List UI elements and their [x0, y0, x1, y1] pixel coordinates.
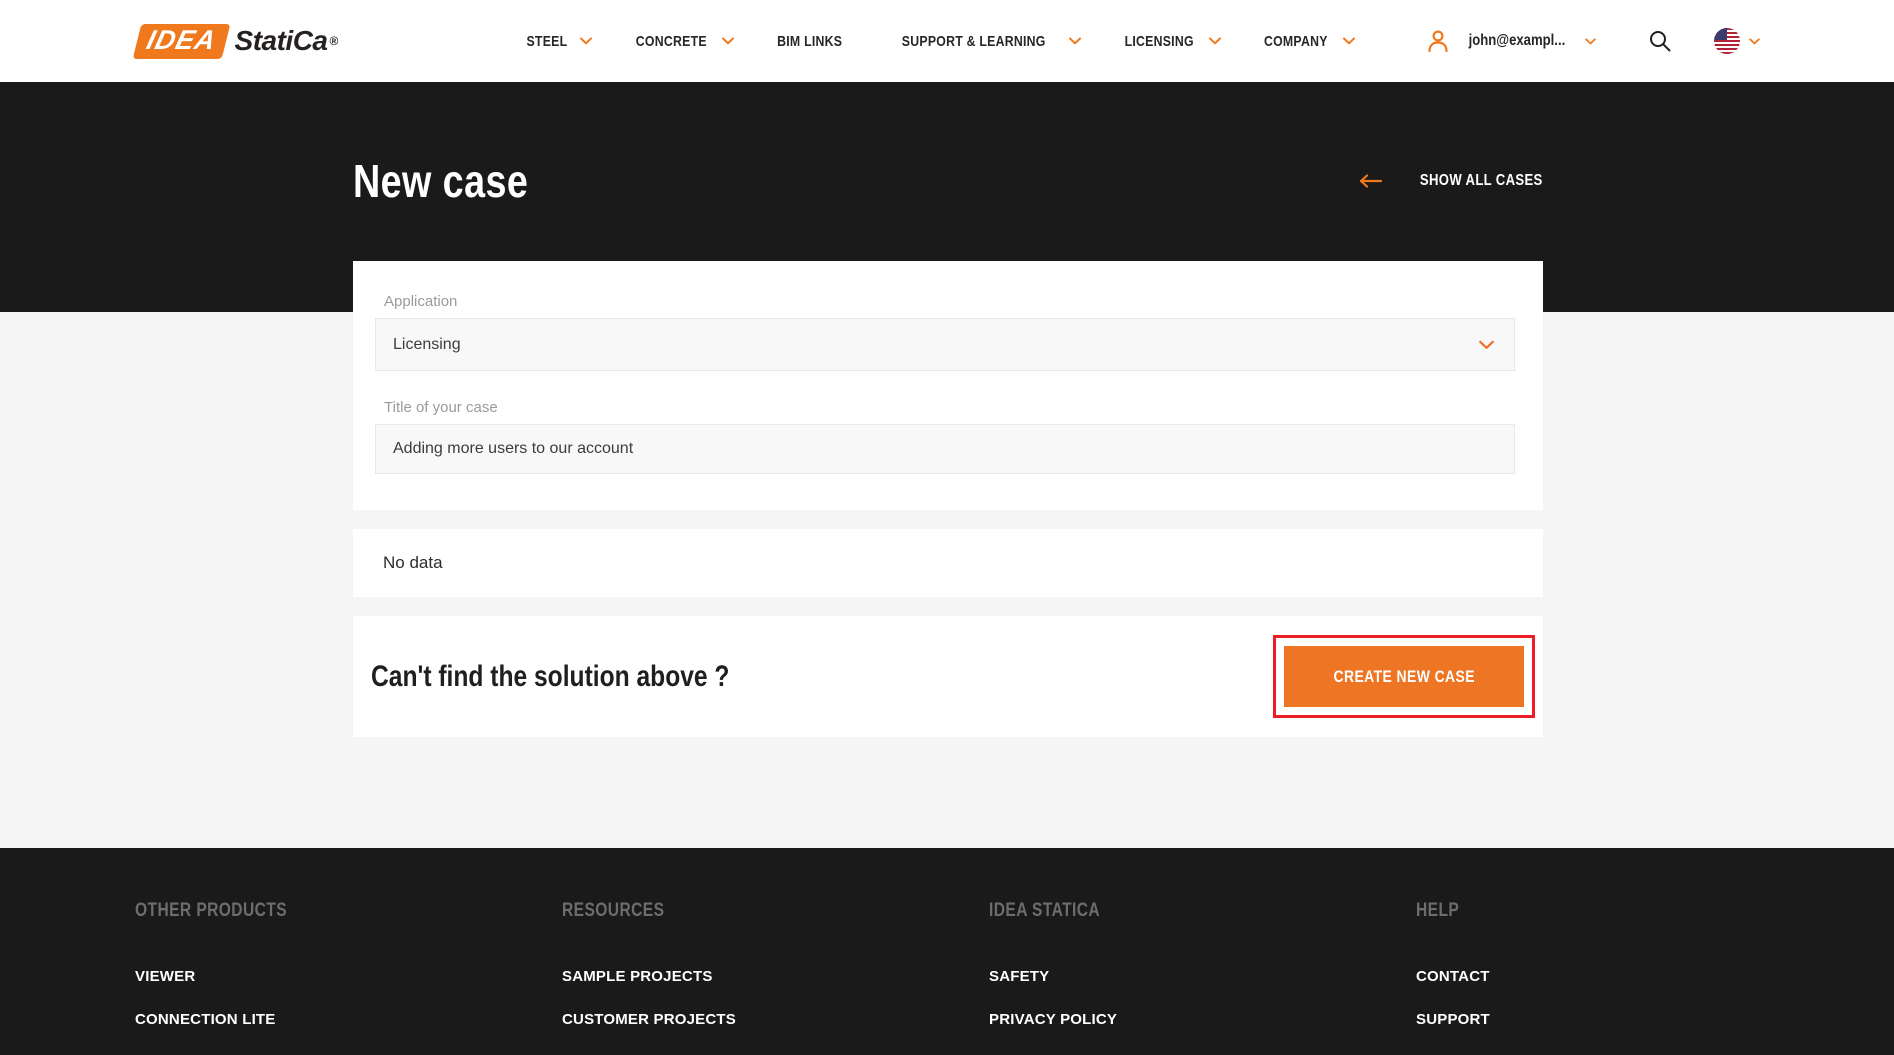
page-footer: OTHER PRODUCTS VIEWER CONNECTION LITE PL…: [0, 848, 1894, 1055]
nav-item-company[interactable]: COMPANY: [1257, 32, 1356, 50]
header-right-controls: john@exampl...: [1427, 28, 1760, 54]
logo-statica-text: StatiCa: [234, 25, 328, 56]
case-title-input[interactable]: Adding more users to our account: [375, 424, 1515, 474]
account-email: john@exampl...: [1468, 32, 1566, 49]
application-label: Application: [384, 293, 458, 310]
nav-item-licensing[interactable]: LICENSING: [1117, 32, 1222, 50]
nav-label: STEEL: [526, 32, 568, 50]
cta-question-text: Can't find the solution above ?: [371, 659, 730, 693]
search-results-card: No data: [353, 529, 1543, 597]
us-flag-icon: [1714, 28, 1740, 54]
nav-label: SUPPORT & LEARNING: [901, 32, 1046, 50]
nav-item-bim-links[interactable]: BIM LINKS: [770, 33, 849, 50]
top-navigation-bar: IDEA StatiCa ® STEEL CONCRETE BIM LINKS …: [0, 0, 1894, 82]
application-select[interactable]: Licensing: [375, 318, 1515, 371]
nav-label: LICENSING: [1124, 32, 1194, 50]
chevron-down-icon: [579, 37, 592, 45]
case-title-value: Adding more users to our account: [393, 440, 634, 457]
page-title: New case: [353, 155, 529, 207]
footer-link-privacy-policy[interactable]: PRIVACY POLICY: [989, 1011, 1416, 1028]
footer-heading: HELP: [1416, 900, 1460, 921]
main-nav: STEEL CONCRETE BIM LINKS SUPPORT & LEARN…: [522, 32, 1356, 50]
nav-label: BIM LINKS: [777, 32, 843, 50]
logo-idea-text: IDEA: [143, 24, 220, 55]
application-selected-value: Licensing: [393, 335, 461, 353]
chevron-down-icon: [1343, 37, 1356, 45]
footer-link-safety[interactable]: SAFETY: [989, 968, 1416, 985]
new-case-form-card: Application Licensing Title of your case…: [353, 261, 1543, 510]
nav-item-concrete[interactable]: CONCRETE: [628, 33, 735, 50]
footer-heading: OTHER PRODUCTS: [135, 900, 288, 921]
footer-column-help: HELP CONTACT SUPPORT RESELLERS: [1416, 900, 1843, 1055]
nav-label: COMPANY: [1264, 32, 1329, 50]
footer-heading: RESOURCES: [562, 900, 665, 921]
create-new-case-label: CREATE NEW CASE: [1333, 666, 1475, 686]
footer-link-customer-projects[interactable]: CUSTOMER PROJECTS: [562, 1011, 989, 1028]
arrow-left-icon: [1360, 174, 1383, 188]
no-data-text: No data: [383, 553, 443, 572]
idea-logo-badge: IDEA: [132, 23, 230, 59]
footer-link-support[interactable]: SUPPORT: [1416, 1011, 1843, 1028]
idea-statica-logo[interactable]: IDEA StatiCa ®: [132, 23, 339, 59]
show-all-cases-label: SHOW ALL CASES: [1420, 172, 1543, 189]
chevron-down-icon: [1585, 37, 1596, 44]
footer-column-other-products: OTHER PRODUCTS VIEWER CONNECTION LITE PL…: [135, 900, 562, 1055]
nav-label: CONCRETE: [635, 32, 707, 50]
account-menu[interactable]: john@exampl...: [1427, 29, 1596, 53]
footer-column-idea-statica: IDEA STATICA SAFETY PRIVACY POLICY EULA: [989, 900, 1416, 1055]
nav-item-support-learning[interactable]: SUPPORT & LEARNING: [886, 32, 1082, 50]
highlight-annotation-box: CREATE NEW CASE: [1273, 635, 1535, 718]
chevron-down-icon: [1479, 340, 1494, 349]
main-content: Application Licensing Title of your case…: [0, 261, 1894, 848]
chevron-down-icon: [722, 37, 735, 45]
case-title-label: Title of your case: [384, 399, 498, 416]
logo-registered-mark: ®: [329, 34, 339, 48]
language-selector[interactable]: [1714, 28, 1760, 54]
show-all-cases-link[interactable]: SHOW ALL CASES: [1359, 172, 1543, 190]
footer-link-connection-lite[interactable]: CONNECTION LITE: [135, 1011, 562, 1028]
footer-column-resources: RESOURCES SAMPLE PROJECTS CUSTOMER PROJE…: [562, 900, 989, 1055]
nav-item-steel[interactable]: STEEL: [522, 33, 592, 50]
footer-link-sample-projects[interactable]: SAMPLE PROJECTS: [562, 968, 989, 985]
user-icon: [1428, 30, 1448, 53]
search-icon: [1650, 31, 1671, 52]
chevron-down-icon: [1749, 37, 1760, 44]
chevron-down-icon: [1069, 37, 1082, 45]
chevron-down-icon: [1209, 37, 1222, 45]
create-case-card: Can't find the solution above ? CREATE N…: [353, 616, 1543, 737]
footer-link-viewer[interactable]: VIEWER: [135, 968, 562, 985]
search-button[interactable]: [1648, 29, 1672, 53]
footer-heading: IDEA STATICA: [989, 900, 1101, 921]
footer-link-contact[interactable]: CONTACT: [1416, 968, 1843, 985]
create-new-case-button[interactable]: CREATE NEW CASE: [1284, 646, 1524, 707]
